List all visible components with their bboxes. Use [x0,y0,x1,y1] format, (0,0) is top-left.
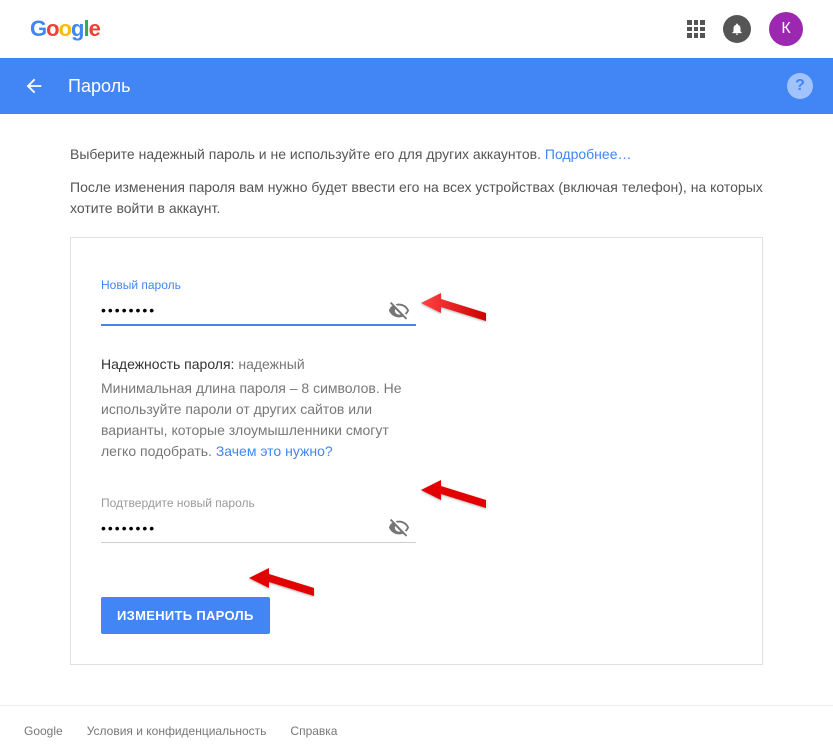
avatar[interactable]: К [769,12,803,46]
confirm-password-label: Подтвердите новый пароль [101,496,416,510]
new-password-field: Новый пароль [101,278,416,326]
confirm-password-input[interactable] [101,514,416,543]
toggle-visibility-icon[interactable] [388,300,410,318]
help-icon[interactable]: ? [787,73,813,99]
top-bar: Google К [0,0,833,58]
new-password-input[interactable] [101,296,416,326]
learn-more-link[interactable]: Подробнее… [545,146,632,162]
confirm-password-field: Подтвердите новый пароль [101,496,416,543]
intro-text-1: Выберите надежный пароль и не используйт… [70,146,541,162]
strength-value: надежный [238,356,304,372]
apps-icon[interactable] [687,20,705,38]
why-link[interactable]: Зачем это нужно? [216,443,333,459]
footer: Google Условия и конфиденциальность Спра… [0,705,833,756]
submit-button[interactable]: ИЗМЕНИТЬ ПАРОЛЬ [101,597,270,634]
strength-title: Надежность пароля: надежный [101,356,416,372]
toggle-visibility-icon[interactable] [388,517,410,535]
intro-line-2: После изменения пароля вам нужно будет в… [70,177,763,219]
strength-block: Надежность пароля: надежный Минимальная … [101,356,416,462]
top-right-controls: К [687,12,803,46]
footer-google-link[interactable]: Google [24,724,63,738]
back-arrow-icon[interactable] [20,72,48,100]
google-logo[interactable]: Google [30,16,100,42]
password-card: Новый пароль Надежность пароля: надежный… [70,237,763,665]
footer-privacy-link[interactable]: Условия и конфиденциальность [87,724,267,738]
intro-line-1: Выберите надежный пароль и не используйт… [70,144,763,165]
notifications-icon[interactable] [723,15,751,43]
blue-header: Пароль ? [0,58,833,114]
content-area: Выберите надежный пароль и не используйт… [0,114,833,685]
annotation-arrow-icon [421,470,491,525]
new-password-label: Новый пароль [101,278,416,292]
annotation-arrow-icon [421,283,491,338]
footer-help-link[interactable]: Справка [290,724,337,738]
strength-desc: Минимальная длина пароля – 8 символов. Н… [101,378,416,462]
page-title: Пароль [68,76,130,97]
strength-label: Надежность пароля: [101,356,234,372]
